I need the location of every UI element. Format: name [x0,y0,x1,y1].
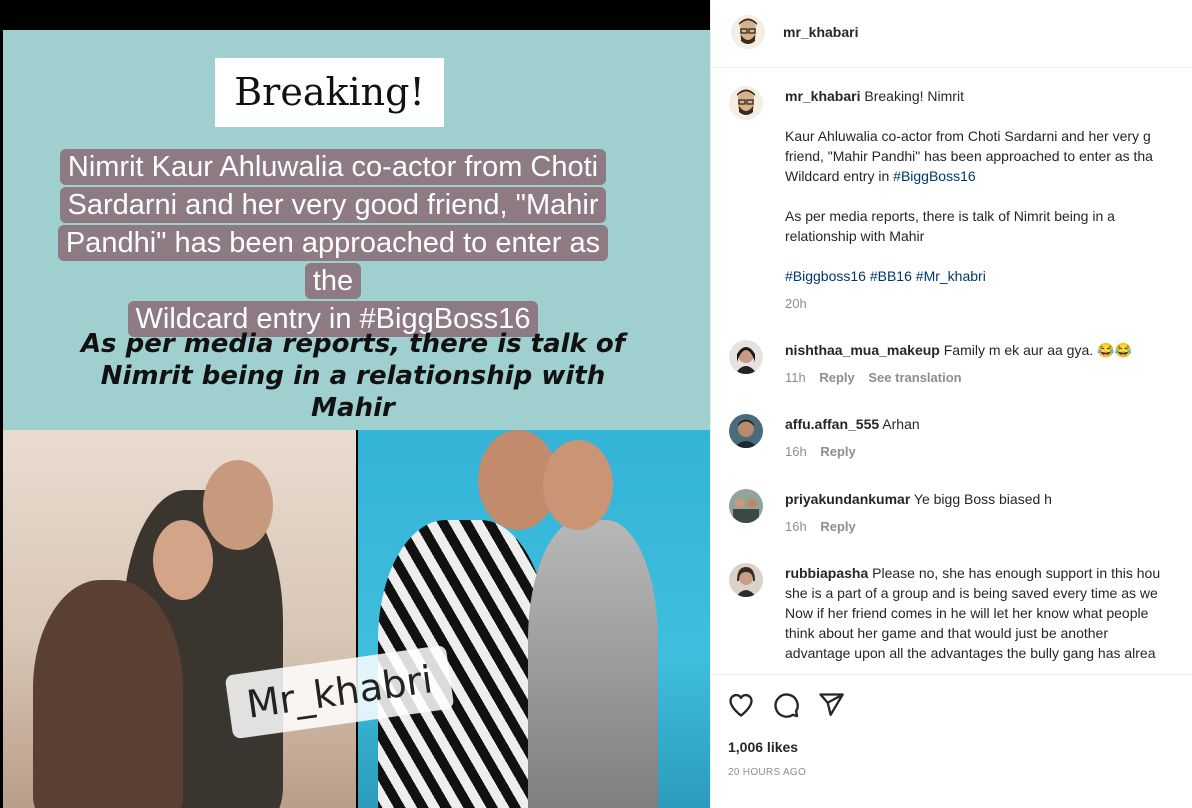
comment-body: rubbiapasha Please no, she has enough su… [785,563,1192,663]
avatar[interactable] [729,489,763,523]
comment-icon[interactable] [772,691,802,721]
comment-body: affu.affan_555 Arhan 16h Reply [785,414,1192,462]
comment-username[interactable]: priyakundankumar [785,491,910,507]
likes-count[interactable]: 1,006 likes [728,739,798,755]
comment-text: think about her game and that would just… [785,625,1108,641]
headline-line: Sardarni and her very good friend, "Mahi… [59,187,607,223]
comment-username[interactable]: rubbiapasha [785,565,868,581]
photo-right [358,430,710,808]
reply-button[interactable]: Reply [820,519,855,534]
comment-username[interactable]: affu.affan_555 [785,416,879,432]
caption-time[interactable]: 20h [785,296,807,311]
avatar-cartoon-icon [731,15,765,49]
caption-line: relationship with Mahir [785,228,925,244]
avatar-photo-icon [729,489,763,523]
caption-paragraph: Kaur Ahluwalia co-actor from Choti Sarda… [785,126,1192,186]
headline-line: Pandhi" has been approached to enter as … [57,225,609,299]
caption-hashtags: #Biggboss16 #BB16 #Mr_khabri [785,266,1192,286]
comment-text: Family m ek aur aa gya. 😂😂 [943,342,1132,358]
headline-text: Nimrit Kaur Ahluwalia co-actor from Chot… [55,148,611,338]
avatar-cartoon-icon [729,86,763,120]
caption-username[interactable]: mr_khabari [785,88,860,104]
header-username[interactable]: mr_khabari [783,24,858,40]
subline-line: Mahir [311,393,395,423]
comment-meta: 16h Reply [785,442,1192,462]
avatar[interactable] [729,86,763,120]
comments-list[interactable]: mr_khabari Breaking! Nimrit Kaur Ahluwal… [711,68,1192,674]
post-text-card: Breaking! Nimrit Kaur Ahluwalia co-actor… [3,30,710,430]
avatar-photo-icon [729,414,763,448]
subline-text: As per media reports, there is talk of N… [43,328,663,424]
comment-body: nishthaa_mua_makeup Family m ek aur aa g… [785,340,1192,388]
post-details-panel: mr_khabari mr_khabari Breaking! Nimrit K… [710,0,1192,808]
subline-line: Nimrit being in a relationship with [100,361,606,391]
action-bar: 1,006 likes 20 HOURS AGO [711,674,1192,808]
photo-figure [528,520,658,808]
photo-left [3,430,356,808]
photo-figure [203,460,273,550]
avatar[interactable] [731,15,765,49]
caption-paragraph: As per media reports, there is talk of N… [785,206,1192,246]
post-header: mr_khabari [711,0,1192,68]
hashtag-link[interactable]: #BB16 [870,268,912,284]
reply-button[interactable]: Reply [819,370,854,385]
hashtag-link[interactable]: #Biggboss16 [785,268,866,284]
caption-line: Kaur Ahluwalia co-actor from Choti Sarda… [785,128,1151,144]
share-icon[interactable] [817,691,847,721]
comment-text: Now if her friend comes in he will let h… [785,605,1149,621]
post-timestamp[interactable]: 20 HOURS AGO [728,767,806,778]
caption-line: Wildcard entry in [785,168,894,184]
see-translation-button[interactable]: See translation [868,370,961,385]
comment-meta: 16h Reply [785,517,1192,537]
caption-text: Breaking! Nimrit [864,88,964,104]
photo-figure [33,580,183,808]
avatar-photo-icon [729,340,763,374]
comment-text: advantage upon all the advantages the bu… [785,645,1156,661]
avatar-photo-icon [729,563,763,597]
photo-figure [543,440,613,530]
avatar[interactable] [729,414,763,448]
caption-meta: 20h [785,294,1192,314]
media-top-bar [0,0,710,30]
hashtag-link[interactable]: #Mr_khabri [916,268,986,284]
post-media[interactable]: Breaking! Nimrit Kaur Ahluwalia co-actor… [0,0,710,808]
avatar[interactable] [729,340,763,374]
reply-button[interactable]: Reply [820,444,855,459]
breaking-label: Breaking! [215,58,444,127]
heart-icon[interactable] [727,691,757,721]
comment-username[interactable]: nishthaa_mua_makeup [785,342,940,358]
caption-line: friend, "Mahir Pandhi" has been approach… [785,148,1153,164]
caption-body: mr_khabari Breaking! Nimrit Kaur Ahluwal… [785,86,1192,314]
subline-line: As per media reports, there is talk of [80,329,626,359]
comment-text: she is a part of a group and is being sa… [785,585,1158,601]
comment-time[interactable]: 16h [785,444,807,459]
comment-time[interactable]: 16h [785,519,807,534]
caption-line: As per media reports, there is talk of N… [785,208,1115,224]
comment-text: Arhan [882,416,920,432]
comment-meta: 11h Reply See translation [785,368,1192,388]
comment-time[interactable]: 11h [785,370,806,385]
comment-text: Ye bigg Boss biased h [913,491,1052,507]
hashtag-link[interactable]: #BiggBoss16 [893,168,976,184]
comment-text: Please no, she has enough support in thi… [872,565,1161,581]
headline-line: Nimrit Kaur Ahluwalia co-actor from Chot… [59,149,607,185]
comment-body: priyakundankumar Ye bigg Boss biased h 1… [785,489,1192,537]
photo-figure [153,520,213,600]
avatar[interactable] [729,563,763,597]
